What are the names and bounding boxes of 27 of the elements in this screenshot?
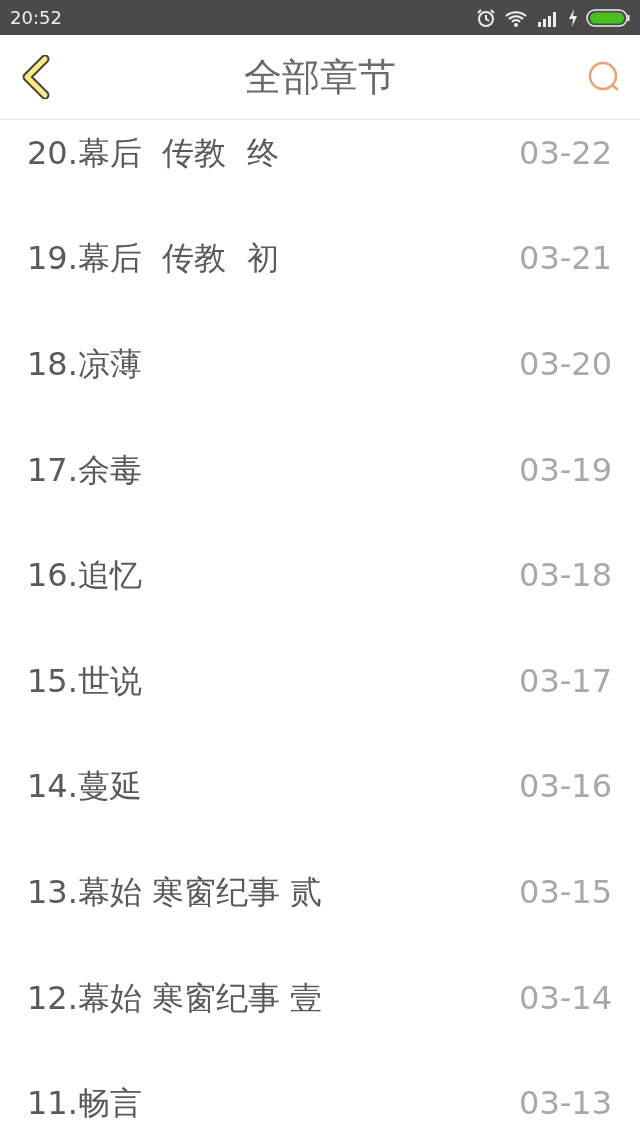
chapter-date: 03-16 bbox=[519, 766, 612, 808]
battery-icon bbox=[586, 7, 630, 28]
chapter-title[interactable]: 13.幕始 寒窗纪事 贰 bbox=[27, 867, 323, 916]
chapter-date: 03-18 bbox=[519, 555, 612, 597]
page-title: 全部章节 bbox=[244, 53, 396, 101]
chapter-title[interactable]: 14.蔓延 bbox=[27, 762, 142, 811]
chapter-title[interactable]: 11.畅言 bbox=[27, 1079, 142, 1128]
chapter-title[interactable]: 15.世说 bbox=[27, 656, 142, 705]
chapter-date: 03-20 bbox=[519, 344, 612, 385]
chapter-title[interactable]: 19.幕后 传教 初 bbox=[27, 234, 279, 283]
chapter-title[interactable]: 16.追忆 bbox=[27, 551, 142, 600]
chapter-date: 03-13 bbox=[519, 1083, 612, 1125]
chapter-date: 03-21 bbox=[519, 238, 612, 280]
back-chevron-icon bbox=[21, 55, 51, 99]
chapter-date: 03-14 bbox=[519, 977, 612, 1019]
chapter-title[interactable]: 17.余毒 bbox=[27, 445, 142, 494]
chapter-title[interactable]: 12.幕始 寒窗纪事 壹 bbox=[27, 973, 323, 1022]
chapter-date: 03-17 bbox=[519, 660, 612, 702]
chapter-date: 03-15 bbox=[519, 871, 612, 913]
chapter-date: 03-19 bbox=[519, 449, 612, 491]
chapter-date: 03-22 bbox=[519, 132, 612, 174]
status-time: 20:52 bbox=[10, 6, 62, 30]
charging-icon bbox=[568, 8, 578, 27]
chapter-title[interactable]: 18.凉薄 bbox=[27, 340, 142, 388]
alarm-icon bbox=[476, 7, 496, 28]
wifi-icon bbox=[504, 8, 528, 27]
chapter-title[interactable]: 20.幕后 传教 终 bbox=[27, 128, 279, 177]
